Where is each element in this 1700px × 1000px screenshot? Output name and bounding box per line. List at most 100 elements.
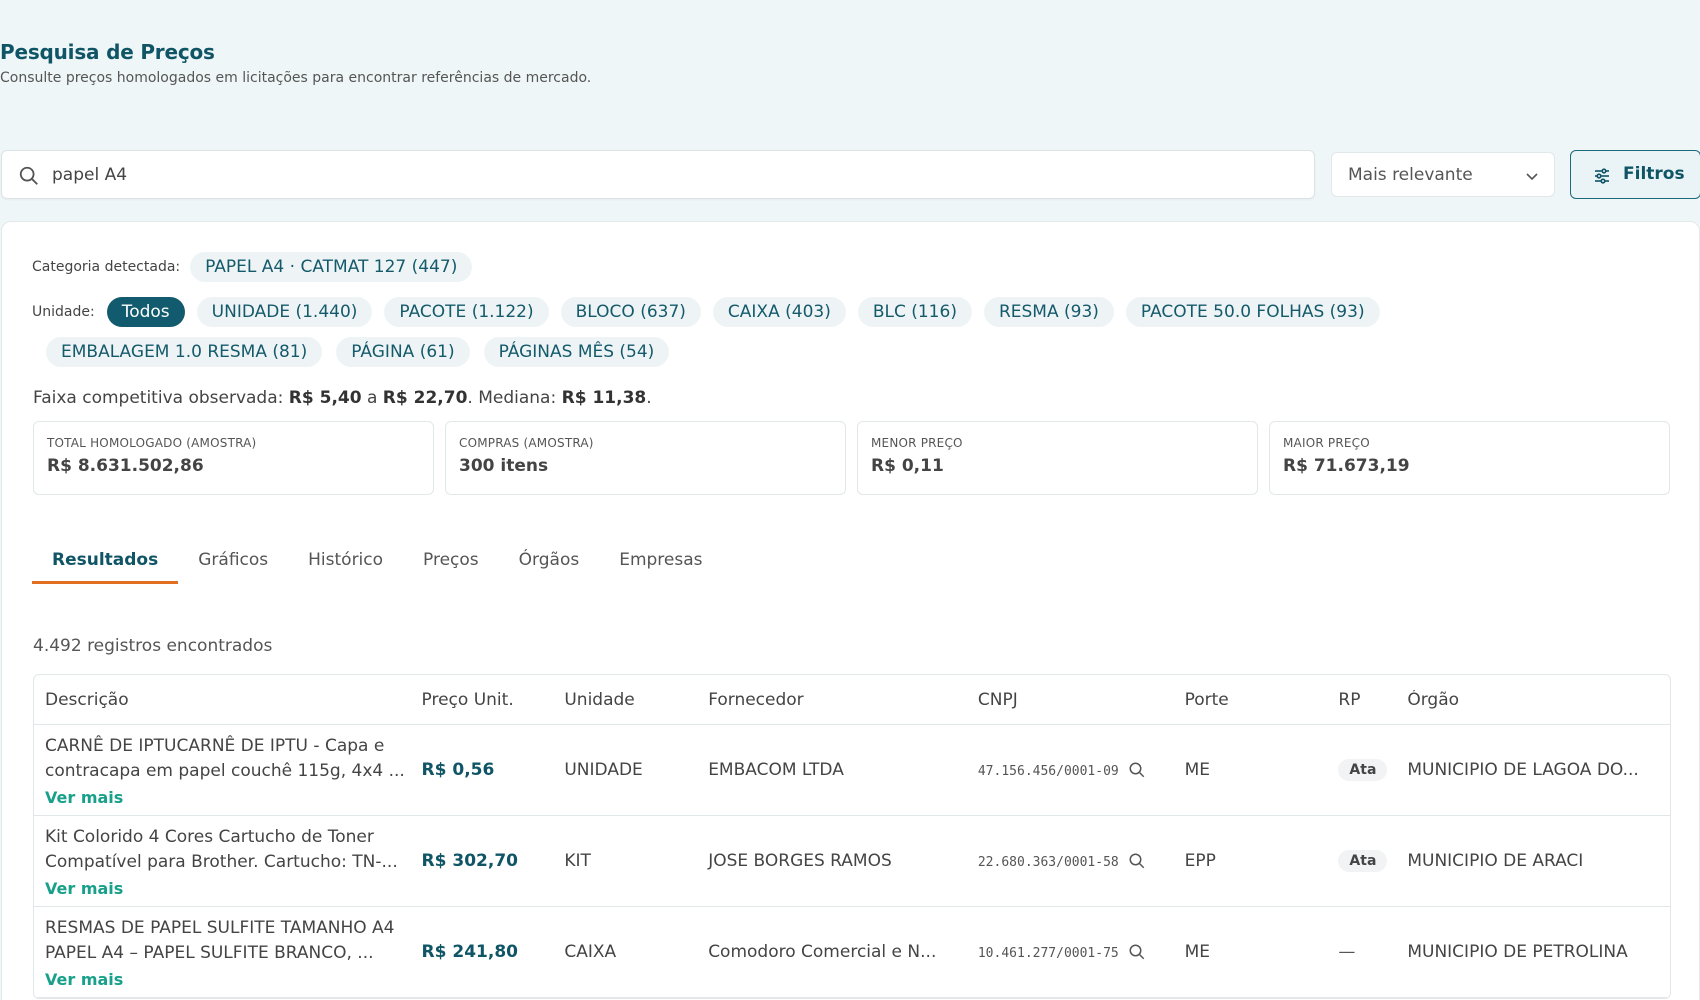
row-porte: ME (1184, 760, 1211, 780)
column-header-cnpj[interactable]: CNPJ (978, 690, 1185, 710)
range-max: R$ 22,70 (382, 388, 468, 408)
column-header-unidade[interactable]: Unidade (564, 690, 708, 710)
row-description: Kit Colorido 4 Cores Cartucho de Toner C… (45, 826, 398, 872)
range-min: R$ 5,40 (288, 388, 362, 408)
tab-graficos[interactable]: Gráficos (178, 544, 288, 584)
row-price: R$ 241,80 (421, 942, 518, 962)
category-label: Categoria detectada: (32, 259, 181, 275)
tab-precos[interactable]: Preços (403, 544, 499, 584)
unit-chip[interactable]: PÁGINAS MÊS (54) (483, 337, 670, 367)
competitive-range: Faixa competitiva observada: R$ 5,40 a R… (33, 388, 652, 408)
page-title: Pesquisa de Preços (0, 40, 215, 64)
table-row[interactable]: CARNÊ DE IPTUCARNÊ DE IPTU - Capa e cont… (34, 725, 1670, 816)
row-price: R$ 302,70 (421, 851, 518, 871)
sort-select[interactable]: Mais relevante (1331, 152, 1555, 197)
search-icon (19, 166, 38, 185)
stat-label: MAIOR PREÇO (1283, 436, 1370, 450)
stat-card-purchases: COMPRAS (AMOSTRA) 300 itens (445, 421, 846, 495)
stat-value: R$ 8.631.502,86 (47, 456, 204, 476)
tab-resultados[interactable]: Resultados (32, 544, 179, 584)
search-icon[interactable] (1128, 943, 1146, 961)
unit-chip[interactable]: UNIDADE (1.440) (196, 297, 373, 327)
unit-chip[interactable]: PACOTE (1.122) (384, 297, 549, 327)
search-input[interactable] (52, 161, 1292, 189)
range-connector: a (361, 388, 383, 408)
tab-orgaos[interactable]: Órgãos (499, 544, 600, 584)
unit-chip[interactable]: BLC (116) (857, 297, 972, 327)
row-org: MUNICIPIO DE ARACI (1407, 851, 1584, 871)
rp-empty: — (1338, 942, 1356, 962)
stat-label: COMPRAS (AMOSTRA) (459, 436, 594, 450)
stat-value: R$ 71.673,19 (1283, 456, 1410, 476)
rp-badge: Ata (1338, 850, 1388, 872)
search-icon[interactable] (1128, 761, 1146, 779)
category-row: Categoria detectada: PAPEL A4 · CATMAT 1… (32, 252, 473, 282)
unit-filter-row: Unidade: Todos UNIDADE (1.440) PACOTE (1… (32, 297, 1652, 367)
stats-row: TOTAL HOMOLOGADO (AMOSTRA) R$ 8.631.502,… (33, 421, 1670, 495)
chevron-down-icon (1526, 173, 1538, 181)
row-cnpj: 47.156.456/0001-09 (977, 764, 1119, 779)
column-header-descricao[interactable]: Descrição (34, 690, 422, 710)
stat-card-total: TOTAL HOMOLOGADO (AMOSTRA) R$ 8.631.502,… (33, 421, 434, 495)
table-header: Descrição Preço Unit. Unidade Fornecedor… (34, 675, 1670, 725)
unit-chip[interactable]: PACOTE 50.0 FOLHAS (93) (1125, 297, 1380, 327)
row-unit: KIT (564, 851, 591, 871)
ver-mais-link[interactable]: Ver mais (45, 788, 422, 807)
row-porte: EPP (1184, 851, 1216, 871)
search-box[interactable] (1, 150, 1315, 199)
table-row[interactable]: Kit Colorido 4 Cores Cartucho de Toner C… (34, 816, 1670, 907)
stat-card-min-price: MENOR PREÇO R$ 0,11 (857, 421, 1258, 495)
filters-button[interactable]: Filtros (1570, 150, 1700, 199)
tab-empresas[interactable]: Empresas (599, 544, 722, 584)
stat-label: TOTAL HOMOLOGADO (AMOSTRA) (47, 436, 257, 450)
row-unit: CAIXA (564, 942, 617, 962)
range-prefix: Faixa competitiva observada: (33, 388, 289, 408)
page-header: Pesquisa de Preços Consulte preços homol… (0, 40, 591, 86)
results-table: Descrição Preço Unit. Unidade Fornecedor… (33, 674, 1671, 999)
row-description: RESMAS DE PAPEL SULFITE TAMANHO A4 PAPEL… (45, 917, 395, 963)
search-icon[interactable] (1128, 852, 1146, 870)
row-supplier: Comodoro Comercial e N... (708, 942, 937, 962)
column-header-fornecedor[interactable]: Fornecedor (708, 690, 978, 710)
unit-chip-todos[interactable]: Todos (106, 297, 185, 327)
results-card: Categoria detectada: PAPEL A4 · CATMAT 1… (1, 221, 1700, 1000)
row-description: CARNÊ DE IPTUCARNÊ DE IPTU - Capa e cont… (45, 735, 405, 781)
stat-value: 300 itens (459, 456, 549, 476)
table-row[interactable]: RESMAS DE PAPEL SULFITE TAMANHO A4 PAPEL… (34, 907, 1670, 998)
tabs: Resultados Gráficos Histórico Preços Órg… (32, 544, 723, 584)
page-subtitle: Consulte preços homologados em licitaçõe… (0, 70, 592, 86)
search-row: Mais relevante Filtros (1, 150, 1700, 200)
unit-chip[interactable]: PÁGINA (61) (336, 337, 470, 367)
stat-label: MENOR PREÇO (871, 436, 963, 450)
unit-chip[interactable]: BLOCO (637) (560, 297, 701, 327)
results-count: 4.492 registros encontrados (33, 636, 273, 656)
row-porte: ME (1184, 942, 1211, 962)
column-header-orgao[interactable]: Órgão (1407, 690, 1670, 710)
unit-chip[interactable]: CAIXA (403) (712, 297, 846, 327)
row-cnpj: 10.461.277/0001-75 (977, 946, 1119, 961)
row-supplier: JOSE BORGES RAMOS (708, 851, 892, 871)
unit-chip[interactable]: EMBALAGEM 1.0 RESMA (81) (46, 337, 323, 367)
sliders-icon (1595, 168, 1609, 184)
row-price: R$ 0,56 (421, 760, 495, 780)
row-cnpj: 22.680.363/0001-58 (977, 855, 1119, 870)
row-org: MUNICIPIO DE PETROLINA (1407, 942, 1628, 962)
tab-historico[interactable]: Histórico (288, 544, 403, 584)
unit-label: Unidade: (32, 304, 95, 320)
row-org: MUNICIPIO DE LAGOA DO... (1407, 760, 1639, 780)
category-chip[interactable]: PAPEL A4 · CATMAT 127 (447) (190, 252, 473, 282)
sort-select-label: Mais relevante (1348, 165, 1473, 185)
column-header-rp[interactable]: RP (1338, 690, 1407, 710)
column-header-preco[interactable]: Preço Unit. (422, 690, 565, 710)
ver-mais-link[interactable]: Ver mais (45, 970, 422, 989)
rp-badge: Ata (1338, 759, 1388, 781)
stat-value: R$ 0,11 (871, 456, 944, 476)
ver-mais-link[interactable]: Ver mais (45, 879, 422, 898)
unit-chip[interactable]: RESMA (93) (983, 297, 1114, 327)
column-header-porte[interactable]: Porte (1185, 690, 1339, 710)
range-median: R$ 11,38 (561, 388, 647, 408)
filters-button-label: Filtros (1623, 164, 1685, 184)
range-suffix: . (646, 388, 652, 408)
row-supplier: EMBACOM LTDA (708, 760, 844, 780)
stat-card-max-price: MAIOR PREÇO R$ 71.673,19 (1269, 421, 1670, 495)
